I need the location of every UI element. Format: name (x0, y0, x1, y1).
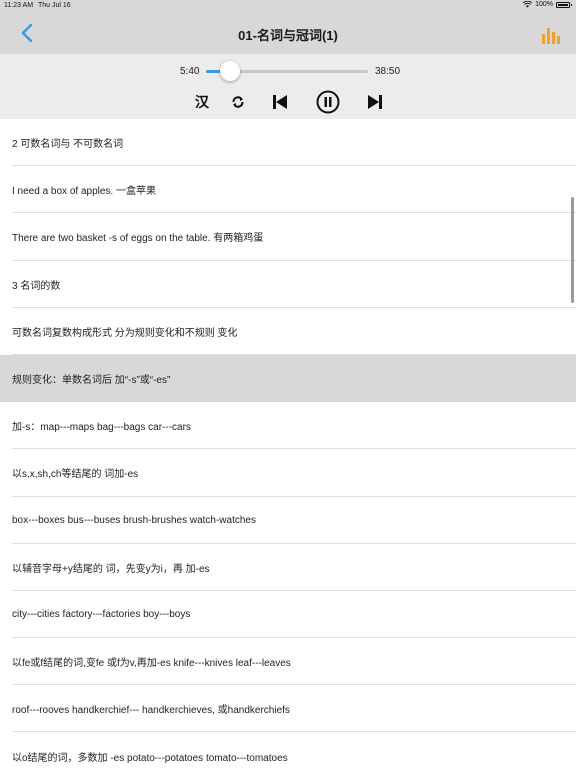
repeat-icon (232, 96, 244, 108)
pause-button[interactable] (315, 89, 341, 115)
lyric-text: 规则变化：单数名词后 加“-s”或“-es” (12, 375, 171, 387)
lyric-text: 以fe或f结尾的词,变fe 或f为v,再加-es knife---knives … (12, 658, 291, 670)
battery-icon (556, 1, 572, 8)
scrollbar[interactable] (571, 197, 574, 303)
next-icon (368, 95, 382, 109)
bar-chart-icon (542, 34, 545, 44)
lyric-row[interactable]: 以辅音字母+y结尾的 词，先变y为i，再 加-es (0, 544, 576, 592)
lyric-text: 以s,x,sh,ch等结尾的 词加-es (12, 469, 139, 481)
chart-button[interactable] (540, 24, 562, 44)
battery-percent: 100% (535, 1, 553, 8)
previous-icon (273, 95, 287, 109)
lyric-text: roof---rooves handkerchief--- handkerchi… (12, 705, 290, 717)
nav-bar: 01-名词与冠词(1) (0, 12, 576, 54)
status-time: 11:23 AM (4, 2, 34, 9)
lyric-text: 可数名词复数构成形式 分为规则变化和不规则 变化 (12, 327, 238, 339)
lyric-row[interactable]: roof---rooves handkerchief--- handkerchi… (0, 685, 576, 733)
lyric-text: 2 可数名词与 不可数名词 (12, 139, 124, 151)
repeat-button[interactable] (227, 91, 249, 113)
back-button[interactable] (16, 22, 38, 44)
status-right: 100% (523, 1, 572, 8)
lyric-row[interactable]: 以s,x,sh,ch等结尾的 词加-es (0, 449, 576, 497)
audio-player: 5:40 38:50 汉 (0, 54, 576, 119)
status-bar: 11:23 AM Thu Jul 16 100% (0, 0, 576, 12)
lyric-row[interactable]: box---boxes bus---buses brush-brushes wa… (0, 497, 576, 544)
lyric-text: 3 名词的数 (12, 280, 61, 292)
lyric-text: I need a box of apples. 一盒苹果 (12, 186, 156, 198)
bar-chart-icon-bar (557, 36, 560, 44)
total-time: 38:50 (375, 66, 401, 77)
lyric-text: 以辅音字母+y结尾的 词，先变y为i，再 加-es (12, 563, 210, 575)
lyric-row[interactable]: 以o结尾的词，多数加 -es potato---potatoes tomato-… (0, 732, 576, 768)
lyric-row[interactable]: 可数名词复数构成形式 分为规则变化和不规则 变化 (0, 308, 576, 356)
lyric-row[interactable]: 加-s：map---maps bag---bags car---cars (0, 402, 576, 450)
pause-icon (316, 90, 340, 114)
lyric-list[interactable]: 2 可数名词与 不可数名词 I need a box of apples. 一盒苹… (0, 119, 576, 768)
lyric-row[interactable]: 3 名词的数 (0, 261, 576, 308)
progress-slider[interactable] (206, 61, 368, 81)
lyric-row[interactable]: city---cities factory---factories boy---… (0, 591, 576, 639)
elapsed-time: 5:40 (180, 66, 200, 77)
language-toggle-button[interactable]: 汉 (191, 91, 213, 113)
lyric-row[interactable]: 以fe或f结尾的词,变fe 或f为v,再加-es knife---knives … (0, 638, 576, 686)
lyric-text: There are two basket -s of eggs on the t… (12, 233, 264, 245)
lyric-text: 加-s：map---maps bag---bags car---cars (12, 422, 191, 434)
wifi-icon (523, 1, 533, 8)
bar-chart-icon-bar (552, 32, 555, 44)
lyric-row[interactable]: There are two basket -s of eggs on the t… (0, 213, 576, 261)
lyric-text: city---cities factory---factories boy---… (12, 608, 191, 620)
status-date: Thu Jul 16 (38, 2, 71, 9)
next-button[interactable] (364, 91, 386, 113)
lyric-text: box---boxes bus---buses brush-brushes wa… (12, 514, 256, 526)
previous-button[interactable] (269, 91, 291, 113)
lyric-text: 以o结尾的词，多数加 -es potato---potatoes tomato-… (12, 752, 288, 764)
lyric-row[interactable]: 规则变化：单数名词后 加“-s”或“-es” (0, 354, 576, 403)
progress-thumb[interactable] (219, 61, 240, 81)
page-title: 01-名词与冠词(1) (238, 28, 338, 43)
chevron-left-icon (21, 24, 33, 42)
lyric-row[interactable]: 2 可数名词与 不可数名词 (0, 119, 576, 167)
lyric-row[interactable]: I need a box of apples. 一盒苹果 (0, 166, 576, 214)
bar-chart-icon-bar (547, 28, 550, 44)
